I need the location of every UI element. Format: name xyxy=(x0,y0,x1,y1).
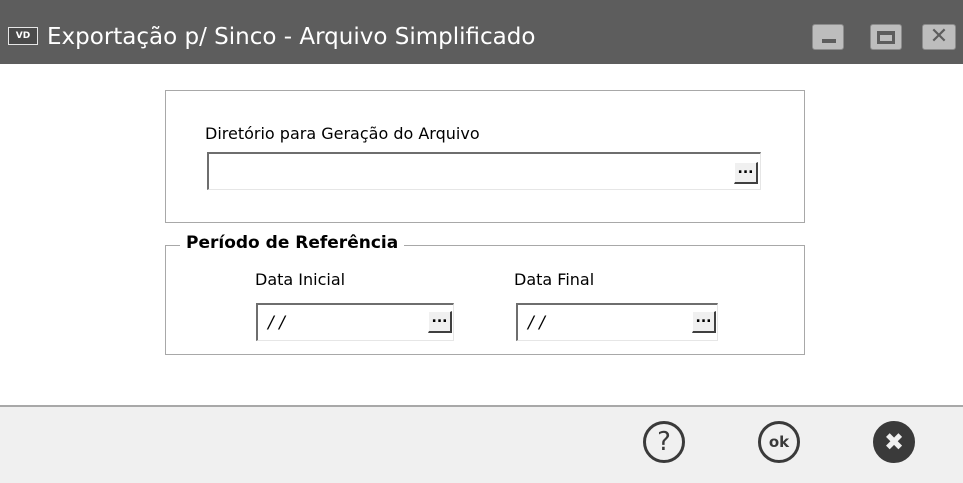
start-date-browse-button[interactable]: ... xyxy=(428,311,452,333)
window-title: Exportação p/ Sinco - Arquivo Simplifica… xyxy=(47,24,536,50)
directory-label: Diretório para Geração do Arquivo xyxy=(205,124,480,143)
start-date-label: Data Inicial xyxy=(255,270,346,289)
maximize-button[interactable] xyxy=(870,24,902,50)
end-date-value: / / xyxy=(528,313,545,333)
minimize-icon xyxy=(822,39,836,43)
close-button[interactable]: ✕ xyxy=(922,24,956,50)
ok-button[interactable]: ok xyxy=(758,421,800,463)
title-bar: VD Exportação p/ Sinco - Arquivo Simplif… xyxy=(0,0,963,64)
directory-input[interactable]: ... xyxy=(207,152,761,190)
end-date-browse-button[interactable]: ... xyxy=(692,311,716,333)
minimize-button[interactable] xyxy=(812,24,844,50)
start-date-value: / / xyxy=(268,313,285,333)
close-icon: ✕ xyxy=(929,24,949,49)
maximize-icon xyxy=(877,31,895,44)
cancel-button[interactable]: ✖ xyxy=(873,421,915,463)
period-legend: Período de Referência xyxy=(180,233,405,253)
end-date-input[interactable]: / / ... xyxy=(516,303,718,341)
help-button[interactable]: ? xyxy=(643,421,685,463)
footer-bar xyxy=(0,407,963,483)
directory-browse-button[interactable]: ... xyxy=(734,162,758,184)
start-date-input[interactable]: / / ... xyxy=(256,303,454,341)
end-date-label: Data Final xyxy=(514,270,595,289)
app-icon: VD xyxy=(8,27,38,45)
